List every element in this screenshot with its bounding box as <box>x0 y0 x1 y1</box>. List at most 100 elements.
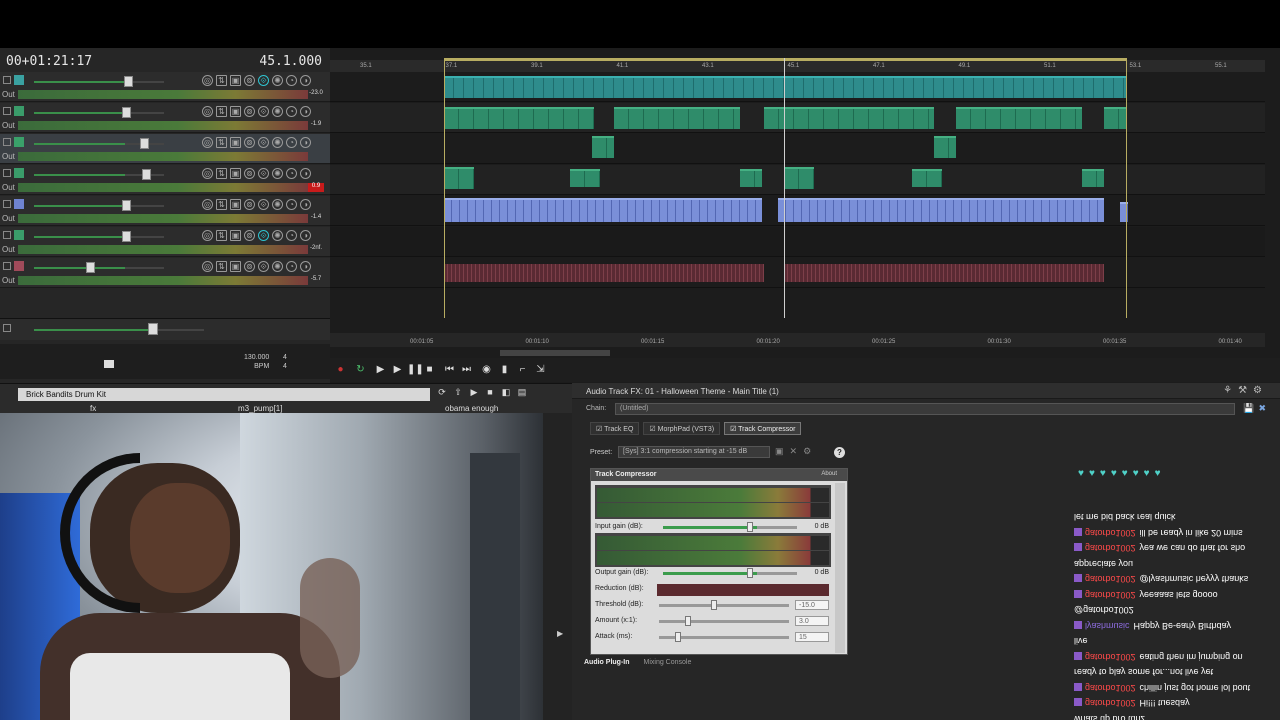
fx-tab[interactable]: ☑ Track Compressor <box>724 422 802 435</box>
attack-value[interactable]: 15 <box>795 632 829 642</box>
track-color-swatch[interactable] <box>14 106 24 116</box>
track-button-icon[interactable]: ▣ <box>230 106 241 117</box>
track-lane[interactable] <box>330 134 1265 164</box>
track-button-icon[interactable]: ✺ <box>272 137 283 148</box>
track-menu-icon[interactable] <box>3 169 11 177</box>
track-button-icon[interactable]: ◎ <box>202 199 213 210</box>
track-button-icon[interactable]: ◔ <box>286 261 297 272</box>
track-volume-knob[interactable] <box>122 200 131 211</box>
audio-event-clip[interactable] <box>444 107 594 129</box>
preview-play-icon[interactable]: ▶ <box>468 387 480 399</box>
track-button-icon[interactable]: ✺ <box>272 261 283 272</box>
tempo-display[interactable]: 130.000 BPM <box>244 353 269 371</box>
track-lane[interactable] <box>330 165 1265 195</box>
auto-preview-icon[interactable]: ◧ <box>500 387 512 399</box>
audio-event-clip[interactable] <box>912 169 942 187</box>
track-volume-knob[interactable] <box>140 138 149 149</box>
track-button-icon[interactable]: ⟐ <box>258 75 269 86</box>
track-header[interactable]: ◎ ⇅ ▣ ⊚ ⟐ ✺ ◔ ◑ Out -2nf. <box>0 227 330 257</box>
window-dock-tab[interactable]: Mixing Console <box>644 659 692 666</box>
output-gain-knob[interactable] <box>747 568 753 578</box>
track-button-icon[interactable]: ◎ <box>202 230 213 241</box>
attack-knob[interactable] <box>675 632 681 642</box>
audio-event-clip[interactable] <box>740 169 762 187</box>
checkbox-icon[interactable]: ☑ <box>649 426 657 433</box>
window-dock-tab[interactable]: Audio Plug-In <box>584 659 630 666</box>
track-button-icon[interactable]: ▣ <box>230 168 241 179</box>
track-color-swatch[interactable] <box>14 75 24 85</box>
fx-tab[interactable]: ☑ MorphPad (VST3) <box>643 422 721 435</box>
track-button-icon[interactable]: ◑ <box>300 106 311 117</box>
track-volume-knob[interactable] <box>142 169 151 180</box>
threshold-knob[interactable] <box>711 600 717 610</box>
play-button[interactable]: ▶ <box>391 363 404 376</box>
track-button-icon[interactable]: ◔ <box>286 199 297 210</box>
preview-stop-icon[interactable]: ■ <box>484 387 496 399</box>
track-color-swatch[interactable] <box>14 137 24 147</box>
audio-event-clip[interactable] <box>934 136 956 158</box>
track-button-icon[interactable]: ⇅ <box>216 261 227 272</box>
track-menu-icon[interactable] <box>3 76 11 84</box>
checkbox-icon[interactable]: ☑ <box>596 426 604 433</box>
track-button-icon[interactable]: ◎ <box>202 75 213 86</box>
track-button-icon[interactable]: ⊚ <box>244 168 255 179</box>
go-to-end-button[interactable]: ⏭ <box>460 363 473 376</box>
track-volume-slider[interactable] <box>34 236 164 238</box>
time-signature[interactable]: 4 4 <box>283 353 287 371</box>
output-gain-slider[interactable] <box>663 572 797 575</box>
track-button-icon[interactable]: ▣ <box>230 137 241 148</box>
plugin-vertical-scrollbar[interactable] <box>835 483 845 653</box>
track-button-icon[interactable]: ⇅ <box>216 168 227 179</box>
audio-event-clip[interactable] <box>956 107 1082 129</box>
track-volume-slider[interactable] <box>34 81 164 83</box>
folder-item-fx[interactable]: fx <box>90 404 96 413</box>
track-header[interactable]: ◎ ⇅ ▣ ⊚ ⟐ ✺ ◔ ◑ Out -23.0 <box>0 72 330 102</box>
track-button-icon[interactable]: ◔ <box>286 230 297 241</box>
audio-event-clip[interactable] <box>570 169 600 187</box>
track-button-icon[interactable]: ⊚ <box>244 261 255 272</box>
track-color-swatch[interactable] <box>14 261 24 271</box>
track-button-icon[interactable]: ◔ <box>286 75 297 86</box>
stop-button[interactable]: ■ <box>423 363 436 376</box>
amount-slider[interactable] <box>659 620 789 623</box>
plugin-menu-icon[interactable]: ⚙ <box>1253 385 1268 396</box>
track-button-icon[interactable]: ◔ <box>286 106 297 117</box>
audio-event-clip[interactable] <box>444 76 1127 98</box>
audio-event-clip[interactable] <box>1104 107 1126 129</box>
loop-region-bar[interactable] <box>444 58 1127 61</box>
audio-event-clip[interactable] <box>764 107 934 129</box>
track-button-icon[interactable]: ✺ <box>272 168 283 179</box>
track-button-icon[interactable]: ▣ <box>230 75 241 86</box>
audio-event-clip[interactable] <box>784 264 1104 282</box>
audio-event-clip[interactable] <box>778 198 1104 222</box>
track-button-icon[interactable]: ◔ <box>286 137 297 148</box>
track-lane[interactable] <box>330 196 1265 226</box>
track-button-icon[interactable]: ✺ <box>272 106 283 117</box>
track-button-icon[interactable]: ⊚ <box>244 230 255 241</box>
plugin-settings-icon[interactable]: ⚙ <box>803 446 817 456</box>
track-button-icon[interactable]: ⟐ <box>258 230 269 241</box>
delete-preset-icon[interactable]: ✕ <box>790 446 804 456</box>
audio-event-clip[interactable] <box>614 107 740 129</box>
save-chain-icon[interactable]: 💾 <box>1243 403 1258 413</box>
track-button-icon[interactable]: ◑ <box>300 199 311 210</box>
track-button-icon[interactable]: ⊚ <box>244 199 255 210</box>
threshold-slider[interactable] <box>659 604 789 607</box>
amount-knob[interactable] <box>685 616 691 626</box>
file-item-m3-pump[interactable]: m3_pump[1] <box>238 404 282 413</box>
track-menu-icon[interactable] <box>3 200 11 208</box>
track-color-swatch[interactable] <box>14 168 24 178</box>
track-lane[interactable] <box>330 72 1265 102</box>
track-lane[interactable] <box>330 258 1265 288</box>
track-button-icon[interactable]: ◑ <box>300 261 311 272</box>
bypass-icon[interactable]: ⚒ <box>1238 385 1253 396</box>
track-button-icon[interactable]: ⊚ <box>244 137 255 148</box>
edit-tool-button[interactable]: ⇲ <box>534 363 547 376</box>
track-button-icon[interactable]: ⊚ <box>244 75 255 86</box>
track-menu-icon[interactable] <box>3 107 11 115</box>
track-volume-slider[interactable] <box>34 112 164 114</box>
track-volume-slider[interactable] <box>34 205 164 207</box>
audio-event-clip[interactable] <box>1082 169 1104 187</box>
pause-button[interactable]: ❚❚ <box>407 363 424 376</box>
track-menu-icon[interactable] <box>3 231 11 239</box>
